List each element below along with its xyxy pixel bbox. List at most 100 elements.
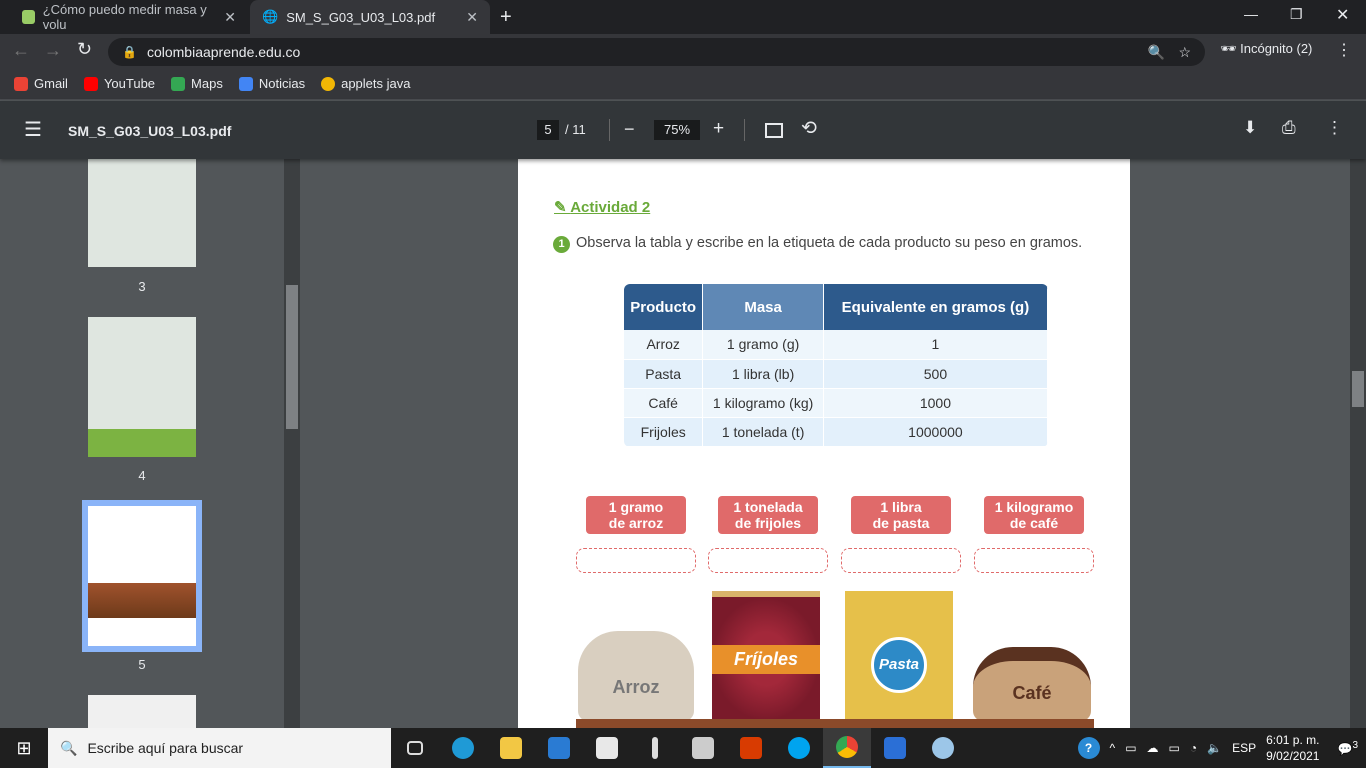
table-cell: Frijoles <box>624 417 704 447</box>
tab-label: SM_S_G03_U03_L03.pdf <box>286 9 436 25</box>
battery-icon[interactable]: ▭ <box>1169 741 1180 755</box>
dropbox-icon[interactable] <box>583 728 631 768</box>
activity-title: Actividad 2 <box>570 199 651 216</box>
forward-icon[interactable]: → <box>44 40 62 61</box>
taskbar-search[interactable]: 🔍 Escribe aquí para buscar <box>48 728 391 768</box>
print-icon[interactable]: ⎙ <box>1282 118 1296 138</box>
more-icon[interactable]: ⋮ <box>1326 118 1343 138</box>
zoom-in-button[interactable]: + <box>713 118 724 140</box>
table-cell: Pasta <box>624 359 704 389</box>
taskbar: ⊞ 🔍 Escribe aquí para buscar ? ^ ▭ ☁ ▭ ◔ … <box>0 728 1366 768</box>
maps-icon <box>171 76 186 91</box>
zoom-icon[interactable]: 🔍 <box>1148 44 1165 61</box>
cloud-icon[interactable]: ☁ <box>1147 741 1159 755</box>
bookmark-label: YouTube <box>103 76 156 91</box>
rice-sack-image: Arroz <box>578 631 694 721</box>
coffee-sack-image: Café <box>973 647 1091 721</box>
task-view-button[interactable] <box>391 728 439 768</box>
clock[interactable]: 6:01 p. m. 9/02/2021 <box>1266 732 1319 764</box>
pasta-jar-image: Pasta <box>845 591 953 721</box>
back-icon[interactable]: ← <box>12 40 30 61</box>
help-icon[interactable]: ? <box>1077 737 1100 759</box>
product-label: 1 libra de pasta <box>851 496 951 534</box>
globe-icon: 🌐 <box>262 9 279 24</box>
pdf-page: ✎ Actividad 2 1 Observa la tabla y escri… <box>518 159 1130 728</box>
chrome-icon[interactable] <box>823 728 871 768</box>
tab-strip: ¿Cómo puedo medir masa y volu ✕ 🌐 SM_S_G… <box>0 0 1366 34</box>
menu-icon[interactable]: ⋮ <box>1336 40 1352 60</box>
page-input[interactable]: 5 <box>537 120 559 140</box>
answer-box[interactable] <box>841 548 961 573</box>
bookmark-gmail[interactable]: Gmail <box>14 76 68 91</box>
zoom-input[interactable]: 75% <box>654 120 700 140</box>
thumbnail-label: 4 <box>138 468 146 483</box>
wps-icon[interactable] <box>871 728 919 768</box>
mail-icon[interactable] <box>535 728 583 768</box>
chevron-up-icon[interactable]: ^ <box>1110 741 1116 755</box>
answer-box[interactable] <box>576 548 696 573</box>
thumbnail-page-3[interactable] <box>88 159 196 267</box>
answer-box[interactable] <box>708 548 828 573</box>
close-icon[interactable]: ✕ <box>466 9 478 26</box>
tab-active[interactable]: 🌐 SM_S_G03_U03_L03.pdf ✕ <box>250 0 490 34</box>
table-cell: 1 gramo (g) <box>702 330 824 360</box>
edge-icon[interactable] <box>439 728 487 768</box>
reload-icon[interactable]: ↻ <box>77 39 92 60</box>
zoom-out-button[interactable]: − <box>624 119 635 140</box>
tab-label: ¿Cómo puedo medir masa y volu <box>42 2 207 32</box>
volume-icon[interactable]: 🔈 <box>1207 741 1222 755</box>
close-icon[interactable]: ✕ <box>224 9 236 26</box>
download-icon[interactable]: ⬇ <box>1243 118 1257 138</box>
bookmark-youtube[interactable]: YouTube <box>83 76 156 91</box>
paint-icon[interactable] <box>919 728 967 768</box>
sidebar-scrollbar[interactable] <box>284 159 300 728</box>
table-cell: 1 <box>823 330 1048 360</box>
pdf-toolbar: ☰ SM_S_G03_U03_L03.pdf 5 / 11 − 75% + ⟲ … <box>0 101 1366 159</box>
profile-label: Incógnito (2) <box>1240 41 1313 56</box>
table-cell: Arroz <box>624 330 704 360</box>
minimize-button[interactable]: — <box>1244 6 1258 22</box>
table-row: Arroz 1 gramo (g) 1 <box>624 330 1048 360</box>
fit-page-icon[interactable] <box>765 123 783 138</box>
answer-box[interactable] <box>974 548 1094 573</box>
wifi-icon[interactable]: ◔ <box>1190 741 1197 755</box>
thumbnail-label: 5 <box>138 657 146 672</box>
bookmark-noticias[interactable]: Noticias <box>238 76 306 91</box>
sidebar-menu-icon[interactable]: ☰ <box>24 117 42 142</box>
news-icon <box>238 76 253 91</box>
bookmark-label: applets java <box>341 76 411 91</box>
table-cell: 1000 <box>823 388 1048 418</box>
new-tab-button[interactable]: + <box>500 6 512 29</box>
camera-icon[interactable]: ▭ <box>1125 741 1136 755</box>
bookmark-maps[interactable]: Maps <box>171 76 223 91</box>
start-button[interactable]: ⊞ <box>0 728 48 768</box>
language-indicator[interactable]: ESP <box>1232 741 1256 755</box>
restore-button[interactable]: ❐ <box>1290 6 1303 23</box>
beans-jar-image: Fríjoles <box>712 591 820 721</box>
profile-button[interactable]: 🕶 Incógnito (2) <box>1220 41 1312 57</box>
table-row: Café 1 kilogramo (kg) 1000 <box>624 388 1048 418</box>
office-icon[interactable] <box>727 728 775 768</box>
search-icon: 🔍 <box>60 739 78 756</box>
youtube-icon <box>83 76 98 91</box>
conversion-table: Producto Masa Equivalente en gramos (g) Ar… <box>624 284 1048 447</box>
skype-icon[interactable] <box>775 728 823 768</box>
thumbnail-page-4[interactable] <box>88 317 196 457</box>
file-explorer-icon[interactable] <box>487 728 535 768</box>
close-window-button[interactable]: ✕ <box>1336 5 1349 25</box>
address-bar[interactable]: 🔒 colombiaaprende.edu.co 🔍 ☆ <box>108 38 1205 66</box>
lock-icon: 🔒 <box>122 45 137 59</box>
page-scrollbar[interactable] <box>1350 159 1366 728</box>
bag-icon <box>321 76 336 91</box>
star-icon[interactable]: ☆ <box>1178 44 1191 61</box>
bookmark-label: Maps <box>191 76 223 91</box>
store-icon[interactable] <box>679 728 727 768</box>
bookmark-label: Noticias <box>258 76 306 91</box>
thumbnail-page-5-selected[interactable] <box>82 500 202 652</box>
rotate-icon[interactable]: ⟲ <box>801 117 817 140</box>
thumbnail-page-6[interactable] <box>88 695 196 728</box>
app-icon[interactable] <box>631 728 679 768</box>
bookmark-applets[interactable]: applets java <box>321 76 410 91</box>
notifications-button[interactable]: 💬3 <box>1337 740 1358 756</box>
tab-inactive[interactable]: ¿Cómo puedo medir masa y volu ✕ <box>10 0 248 34</box>
